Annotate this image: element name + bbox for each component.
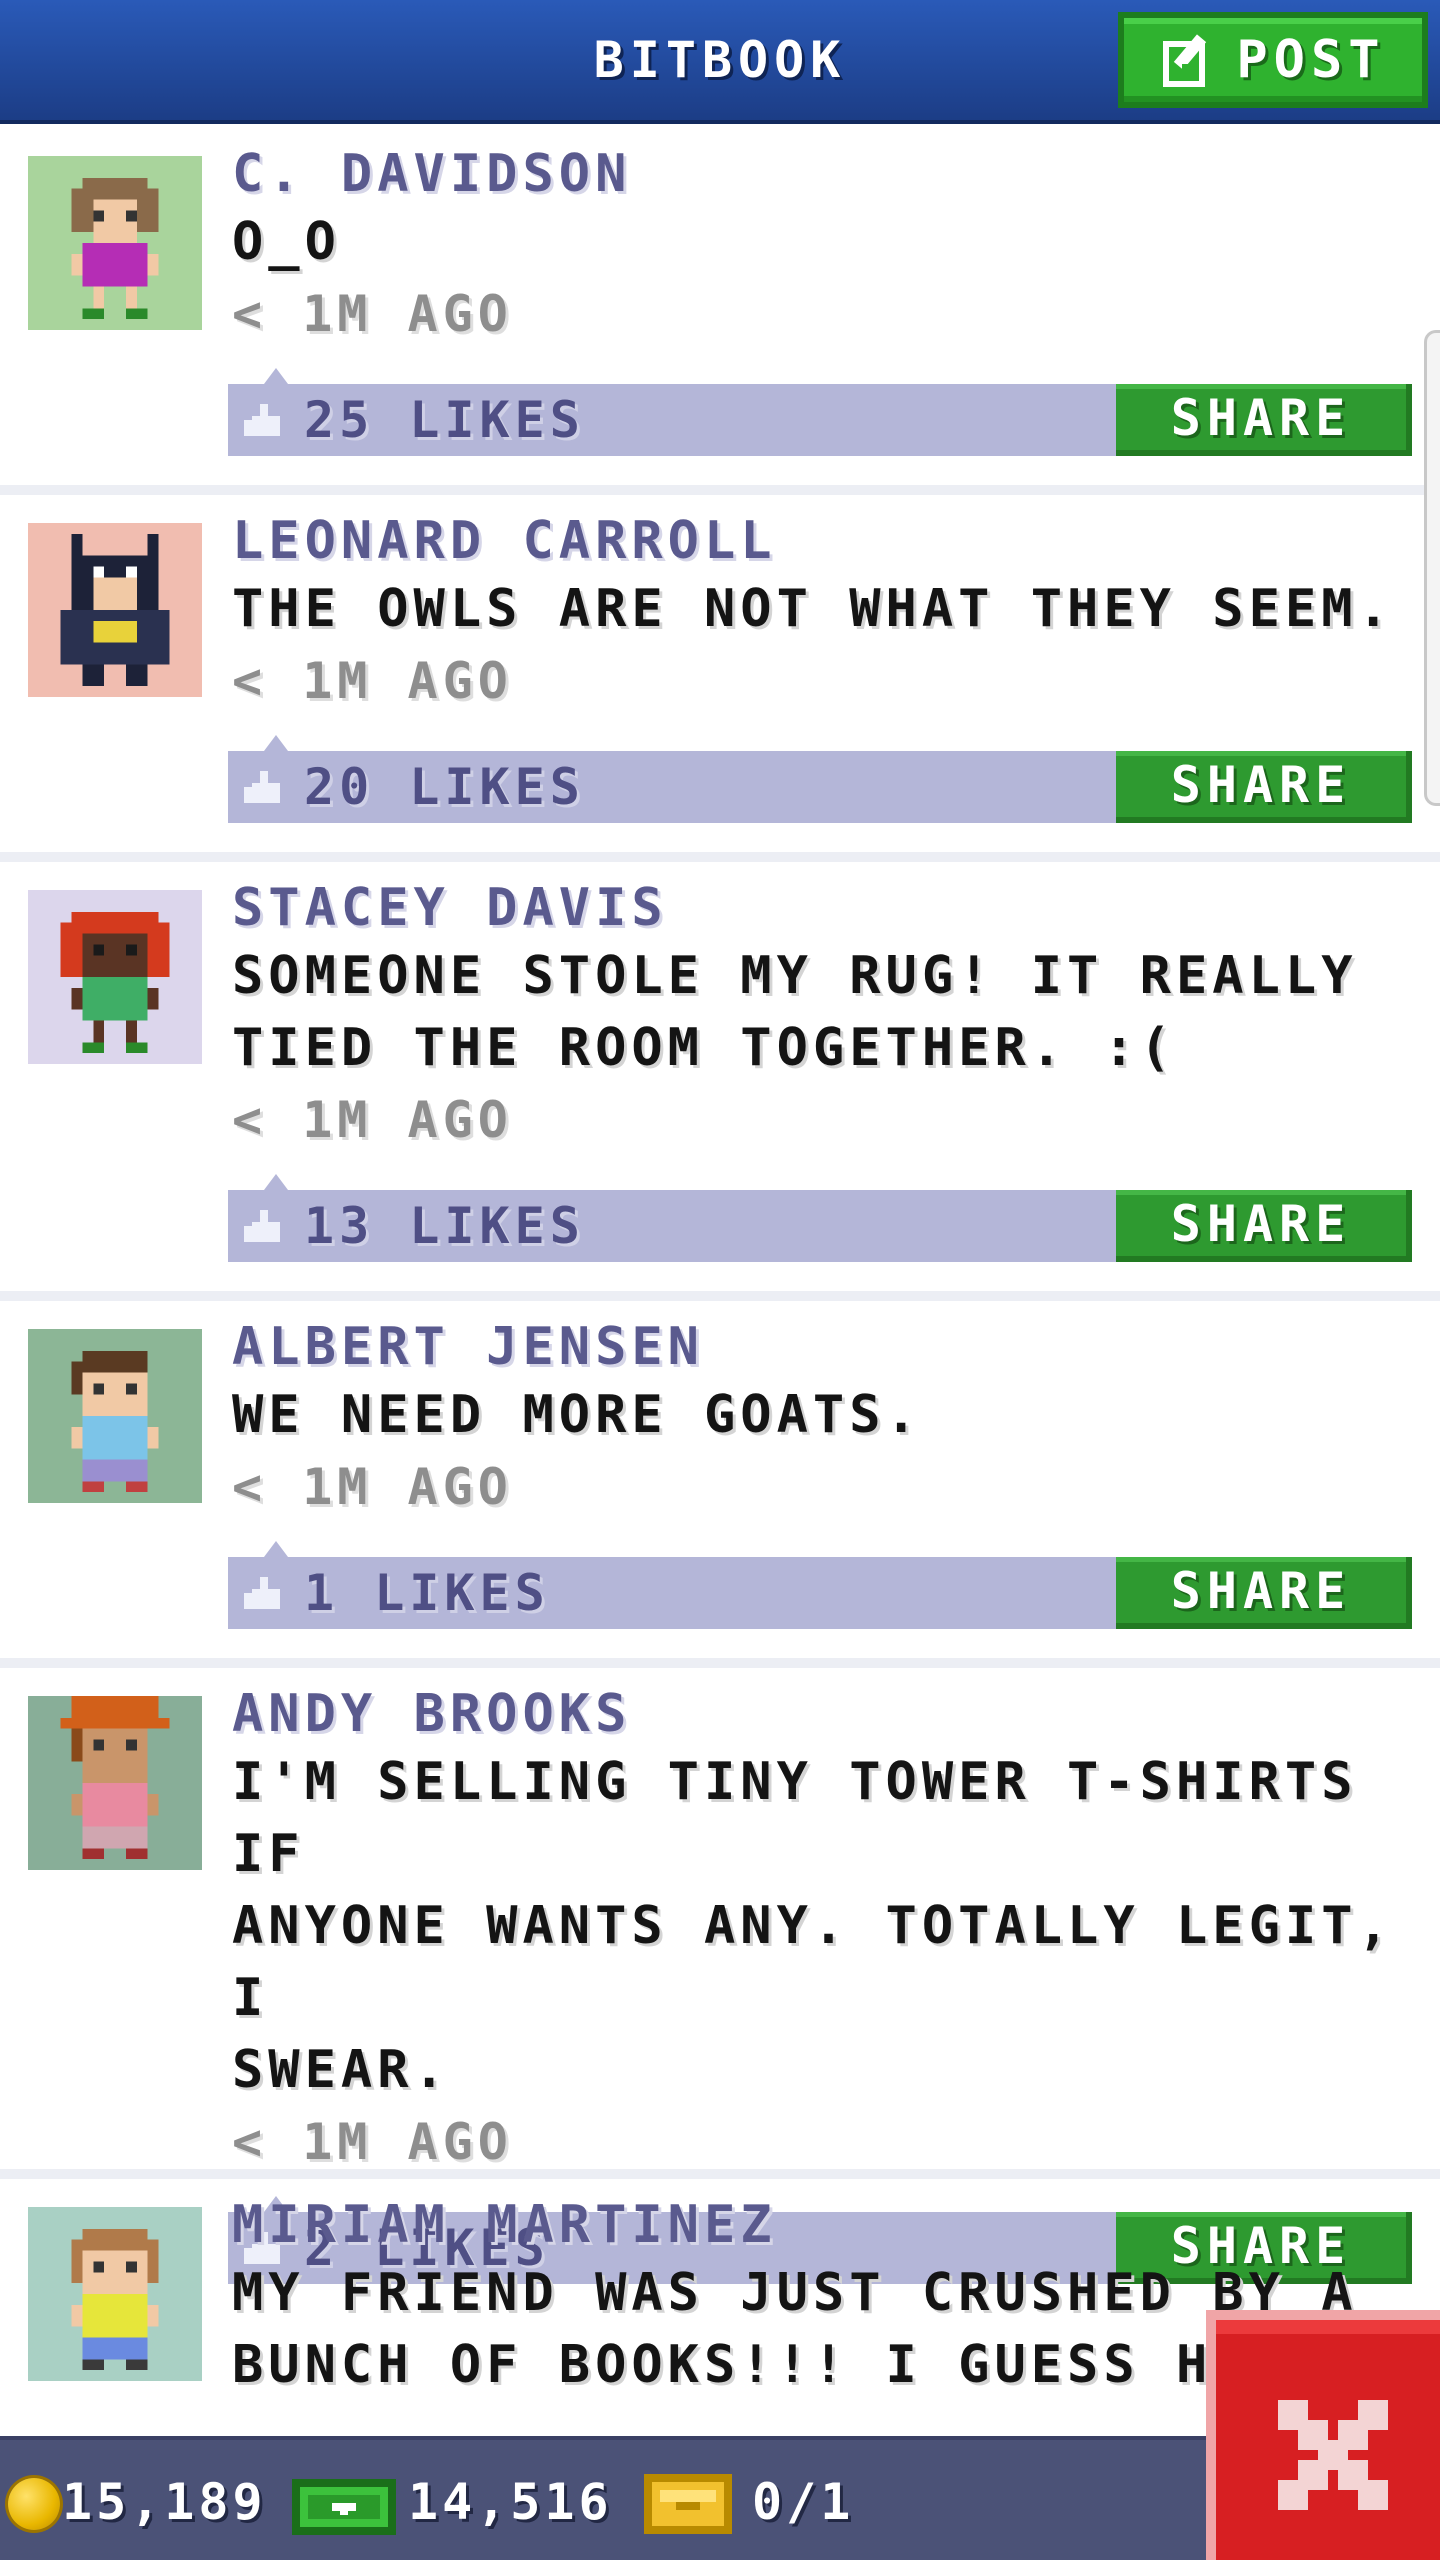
close-icon [1278, 2400, 1388, 2510]
top-bar: BITBOOK POST [0, 0, 1440, 124]
post-author[interactable]: STACEY DAVIS [232, 876, 1412, 940]
ticket-icon [644, 2474, 732, 2534]
thumbs-up-icon [244, 1577, 280, 1609]
post-time: < 1M AGO [232, 285, 513, 343]
post-message: WE NEED MORE GOATS. [232, 1385, 922, 1445]
feed-post: ANDY BROOKS I'M SELLING TINY TOWER T-SHI… [0, 1668, 1440, 2284]
feed-post: ALBERT JENSEN WE NEED MORE GOATS. < 1M A… [0, 1301, 1440, 1668]
avatar [28, 2207, 202, 2381]
post-author[interactable]: C. DAVIDSON [232, 142, 1412, 206]
post-time: < 1M AGO [232, 652, 513, 710]
avatar [28, 156, 202, 330]
post-author[interactable]: ALBERT JENSEN [232, 1315, 1412, 1379]
post-message: O_O [232, 212, 341, 272]
avatar [28, 1696, 202, 1870]
like-count: 13 LIKES [304, 1197, 585, 1255]
like-bar[interactable]: 13 LIKES SHARE [228, 1174, 1412, 1262]
avatar [28, 1329, 202, 1503]
thumbs-up-icon [244, 771, 280, 803]
post-message: I'M SELLING TINY TOWER T-SHIRTS IF ANYON… [232, 1752, 1394, 2100]
bux-count: 14,516 [408, 2473, 613, 2531]
share-button[interactable]: SHARE [1116, 1190, 1412, 1262]
post-time: < 1M AGO [232, 1091, 513, 1149]
share-button[interactable]: SHARE [1116, 384, 1412, 456]
post-message: SOMEONE STOLE MY RUG! IT REALLY TIED THE… [232, 946, 1358, 1078]
feed-post: STACEY DAVIS SOMEONE STOLE MY RUG! IT RE… [0, 862, 1440, 1301]
post-time: < 1M AGO [232, 1458, 513, 1516]
thumbs-up-icon [244, 1210, 280, 1242]
share-button[interactable]: SHARE [1116, 1557, 1412, 1629]
post-message: THE OWLS ARE NOT WHAT THEY SEEM. [232, 579, 1394, 639]
post-author[interactable]: MIRIAM MARTINEZ [232, 2193, 1412, 2257]
close-button[interactable] [1206, 2310, 1440, 2560]
post-content: STACEY DAVIS SOMEONE STOLE MY RUG! IT RE… [228, 862, 1412, 1262]
post-content: ALBERT JENSEN WE NEED MORE GOATS. < 1M A… [228, 1301, 1412, 1629]
feed-post: LEONARD CARROLL THE OWLS ARE NOT WHAT TH… [0, 495, 1440, 862]
share-button[interactable]: SHARE [1116, 751, 1412, 823]
like-count: 20 LIKES [304, 758, 585, 816]
post-content: LEONARD CARROLL THE OWLS ARE NOT WHAT TH… [228, 495, 1412, 823]
post-button[interactable]: POST [1118, 12, 1428, 108]
avatar [28, 890, 202, 1064]
post-content: C. DAVIDSON O_O < 1M AGO 25 LIKES SHARE [228, 128, 1412, 456]
like-count: 25 LIKES [304, 391, 585, 449]
feed-post: C. DAVIDSON O_O < 1M AGO 25 LIKES SHARE [0, 128, 1440, 495]
coin-count: 15,189 [62, 2473, 267, 2531]
like-bar[interactable]: 25 LIKES SHARE [228, 368, 1412, 456]
ticket-count: 0/1 [752, 2473, 855, 2531]
like-count: 1 LIKES [304, 1564, 550, 1622]
post-label: POST [1236, 30, 1386, 90]
post-author[interactable]: LEONARD CARROLL [232, 509, 1412, 573]
thumbs-up-icon [244, 404, 280, 436]
edit-icon [1163, 34, 1207, 87]
feed-list[interactable]: C. DAVIDSON O_O < 1M AGO 25 LIKES SHARE [0, 128, 1440, 2560]
avatar [28, 523, 202, 697]
post-author[interactable]: ANDY BROOKS [232, 1682, 1412, 1746]
coin-icon [8, 2478, 60, 2530]
like-bar[interactable]: 20 LIKES SHARE [228, 735, 1412, 823]
like-bar[interactable]: 1 LIKES SHARE [228, 1541, 1412, 1629]
cash-icon [292, 2479, 396, 2535]
post-time: < 1M AGO [232, 2113, 513, 2171]
scroll-indicator[interactable] [1424, 330, 1440, 806]
